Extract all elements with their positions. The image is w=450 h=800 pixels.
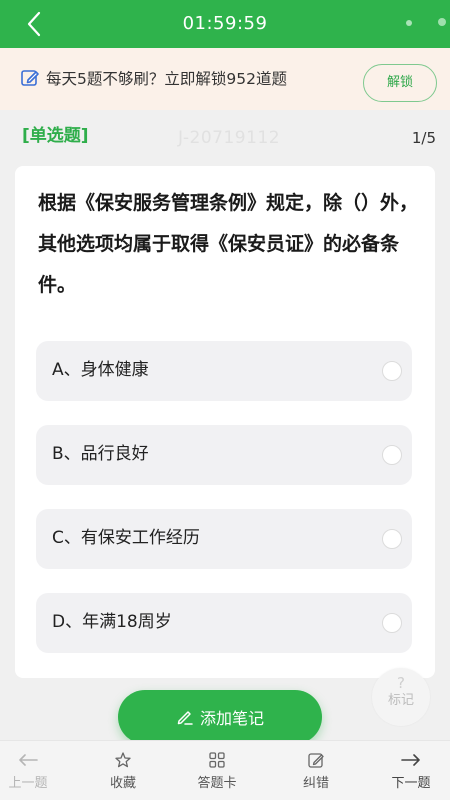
add-note-label: 添加笔记 [199, 709, 264, 728]
star-icon [83, 749, 163, 771]
pencil-icon [177, 711, 193, 725]
option-label: D、年满18周岁 [52, 612, 172, 632]
countdown-timer: 01:59:59 [182, 13, 268, 34]
add-note-button[interactable]: 添加笔记 [118, 690, 322, 744]
edit-icon [276, 749, 356, 771]
option-d[interactable]: D、年满18周岁 [36, 593, 412, 653]
nav-next-question[interactable]: 下一题 [371, 741, 450, 800]
question-id: J-20719112 [178, 128, 281, 148]
radio-button[interactable] [382, 529, 402, 549]
option-label: C、有保安工作经历 [52, 528, 200, 548]
mark-label: 标记 [387, 693, 414, 708]
bottom-nav: 上一题 收藏 答题卡 纠错 下一题 [0, 740, 450, 800]
promo-banner: 每天5题不够刷？立即解锁952道题 解锁 [0, 48, 450, 110]
nav-label: 纠错 [302, 776, 329, 791]
nav-label: 答题卡 [197, 776, 237, 791]
nav-prev-question[interactable]: 上一题 [0, 741, 68, 800]
status-dot [438, 18, 446, 26]
edit-icon [21, 70, 39, 86]
option-c[interactable]: C、有保安工作经历 [36, 509, 412, 569]
question-type: [单选题] [22, 126, 89, 146]
nav-report-error[interactable]: 纠错 [276, 741, 356, 800]
nav-answer-card[interactable]: 答题卡 [177, 741, 257, 800]
nav-label: 收藏 [109, 776, 136, 791]
arrow-right-icon [371, 749, 450, 771]
radio-button[interactable] [382, 361, 402, 381]
promo-text: 每天5题不够刷？立即解锁952道题 [46, 70, 287, 88]
radio-button[interactable] [382, 445, 402, 465]
option-label: A、身体健康 [52, 360, 149, 380]
nav-favorite[interactable]: 收藏 [83, 741, 163, 800]
nav-label: 上一题 [8, 776, 48, 791]
option-label: B、品行良好 [52, 444, 149, 464]
status-dot [406, 20, 412, 26]
grid-icon [177, 749, 257, 771]
question-text: 根据《保安服务管理条例》规定，除（）外，其他选项均属于取得《保安员证》的必备条件… [38, 192, 419, 296]
radio-button[interactable] [382, 613, 402, 633]
option-b[interactable]: B、品行良好 [36, 425, 412, 485]
question-progress: 1/5 [411, 129, 436, 147]
unlock-button[interactable]: 解锁 [363, 64, 437, 102]
top-bar: 01:59:59 [0, 0, 450, 48]
arrow-left-icon [0, 749, 68, 771]
mark-button[interactable]: ? 标记 [372, 668, 430, 726]
option-a[interactable]: A、身体健康 [36, 341, 412, 401]
question-mark-icon: ? [397, 674, 405, 692]
nav-label: 下一题 [391, 776, 431, 791]
